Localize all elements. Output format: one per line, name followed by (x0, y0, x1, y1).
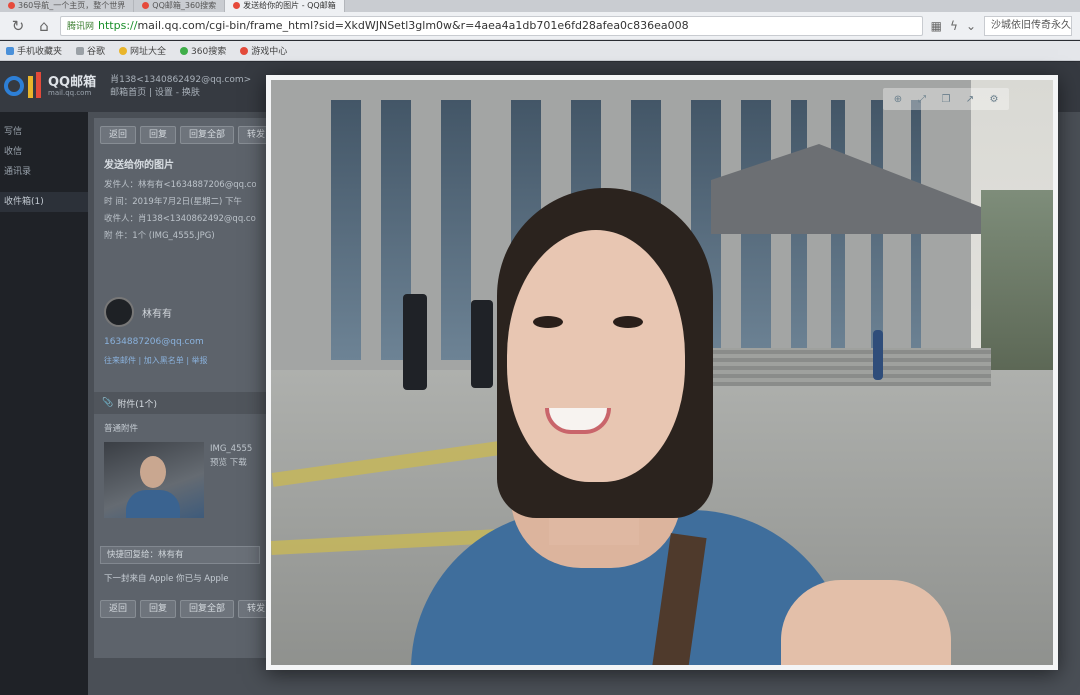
address-bar[interactable]: 腾讯网 https:// mail.qq.com/cgi-bin/frame_h… (60, 15, 923, 36)
paperclip-icon: 📎 (102, 398, 114, 408)
bookmark-label: 游戏中心 (251, 47, 288, 57)
zoom-in-icon[interactable]: ⊕ (888, 91, 908, 107)
refresh-icon[interactable]: ↻ (8, 16, 28, 36)
image-viewer: ⊕ ⤢ ❐ ↗ ⚙ (266, 75, 1058, 670)
globe-icon (119, 46, 128, 55)
tab-favicon-icon (142, 2, 150, 9)
sidebar-item-receive[interactable]: 收信 (0, 142, 88, 162)
bookmark-360-search[interactable]: 360搜索 (180, 44, 226, 57)
mail-toolbar-top: 返回 回复 回复全部 转发 (94, 118, 275, 152)
meta-from: 发件人：林有有<1634887206@qq.com> (104, 180, 256, 190)
tab-qq-mail[interactable]: 发送给你的图片 - QQ邮箱 (225, 0, 345, 12)
account-email: 肖138<1340862492@qq.com> (110, 74, 252, 85)
sidebar-item-contacts[interactable]: 通讯录 (0, 162, 88, 182)
viewer-toolbar: ⊕ ⤢ ❐ ↗ ⚙ (883, 88, 1009, 110)
mail-meta: 发件人：林有有<1634887206@qq.com> 时 间：2019年7月2日… (94, 175, 266, 247)
sender-links[interactable]: 往来邮件 | 加入黑名单 | 举报 (94, 347, 266, 374)
home-icon[interactable]: ⌂ (34, 16, 54, 36)
tab-label: QQ邮箱_360搜索 (152, 1, 217, 10)
back-button[interactable]: 返回 (100, 126, 137, 144)
search-input[interactable]: 沙城依旧传奇永久 (984, 15, 1072, 36)
bookmark-google[interactable]: 谷歌 (76, 44, 105, 57)
meta-time: 时 间：2019年7月2日(星期二) 下午 (104, 197, 242, 207)
account-links[interactable]: 邮箱首页 | 设置 - 换肤 (110, 87, 251, 101)
bookmark-hao[interactable]: 网址大全 (119, 44, 166, 57)
next-mail-link[interactable]: 下一封来自 Apple 你已与 Apple (94, 564, 266, 592)
reply-button-bottom[interactable]: 回复 (140, 600, 177, 618)
logo-title: QQ邮箱 (48, 75, 97, 90)
logo-mark-icon (4, 72, 44, 102)
bookmark-label: 360搜索 (191, 47, 227, 57)
sidebar-item-compose[interactable]: 写信 (0, 122, 88, 142)
attachment-header: 📎 附件(1个) (94, 392, 266, 414)
tab-label: 360导航_一个主页，整个世界 (18, 1, 126, 10)
search-icon (180, 46, 189, 55)
attachment-name: IMG_4555 (210, 444, 253, 454)
bookmark-games[interactable]: 游戏中心 (240, 44, 287, 57)
settings-icon[interactable]: ⚙ (984, 91, 1004, 107)
folder-icon (6, 46, 14, 55)
game-icon (240, 46, 249, 55)
bookmark-mobile[interactable]: 手机收藏夹 (6, 44, 62, 57)
tab-favicon-icon (233, 2, 241, 9)
tab-label: 发送给你的图片 - QQ邮箱 (243, 1, 336, 10)
copy-icon[interactable]: ❐ (936, 91, 956, 107)
chevron-down-icon[interactable]: ⌄ (966, 19, 976, 33)
mail-sidebar: 写信 收信 通讯录 收件箱(1) (0, 112, 88, 695)
tab-favicon-icon (8, 2, 15, 9)
tab-360-search[interactable]: QQ邮箱_360搜索 (134, 0, 226, 12)
mail-toolbar-bottom: 返回 回复 回复全部 转发 (94, 592, 275, 626)
qq-mail-logo[interactable]: QQ邮箱 mail.qq.com (4, 72, 96, 102)
sender-email[interactable]: 1634887206@qq.com (94, 327, 266, 347)
page-icon (76, 46, 85, 55)
url-text: mail.qq.com/cgi-bin/frame_html?sid=XkdWJ… (137, 19, 689, 32)
logo-subtitle: mail.qq.com (48, 89, 92, 98)
account-info: 肖138<1340862492@qq.com> 邮箱首页 | 设置 - 换肤 (110, 74, 251, 101)
reply-all-button[interactable]: 回复全部 (180, 126, 235, 144)
selfie-photo[interactable]: ⊕ ⤢ ❐ ↗ ⚙ (271, 80, 1053, 665)
sender-name[interactable]: 林有有 (142, 305, 172, 320)
attachment-item: IMG_4555 预览 下载 (94, 438, 266, 522)
meta-to: 收件人：肖138<1340862492@qq.com> (104, 214, 256, 224)
reply-button[interactable]: 回复 (140, 126, 177, 144)
reply-all-button-bottom[interactable]: 回复全部 (180, 600, 235, 618)
attachment-actions[interactable]: 预览 下载 (210, 456, 252, 470)
meta-attachment: 附 件：1个 (IMG_4555.JPG) (104, 231, 215, 241)
sender-block: 林有有 (94, 297, 266, 327)
back-button-bottom[interactable]: 返回 (100, 600, 137, 618)
lightning-icon[interactable]: ϟ (950, 19, 958, 33)
quick-reply-input[interactable]: 快捷回复给：林有有 (100, 546, 260, 564)
bookmarks-bar: 手机收藏夹 谷歌 网址大全 360搜索 游戏中心 (0, 41, 1080, 61)
bookmark-label: 手机收藏夹 (17, 47, 63, 57)
mail-subject: 发送给你的图片 (104, 160, 174, 171)
attachment-subheader: 普通附件 (104, 424, 139, 434)
site-tag: 腾讯网 (67, 22, 95, 32)
sidebar-item-inbox[interactable]: 收件箱(1) (0, 192, 88, 212)
bookmark-label: 网址大全 (130, 47, 167, 57)
nav-right-tools: ▦ ϟ ⌄ 沙城依旧传奇永久 (931, 15, 1072, 36)
bookmark-label: 谷歌 (87, 47, 106, 57)
attachment-thumbnail[interactable] (104, 442, 204, 518)
browser-nav-bar: ↻ ⌂ 腾讯网 https:// mail.qq.com/cgi-bin/fra… (0, 12, 1080, 40)
attachment-header-label: 附件(1个) (117, 399, 157, 410)
avatar[interactable] (104, 297, 134, 327)
grid-icon[interactable]: ▦ (931, 19, 942, 33)
fullscreen-icon[interactable]: ⤢ (912, 91, 932, 107)
open-external-icon[interactable]: ↗ (960, 91, 980, 107)
browser-tab-strip: 360导航_一个主页，整个世界 QQ邮箱_360搜索 发送给你的图片 - QQ邮… (0, 0, 1080, 12)
tab-360-nav[interactable]: 360导航_一个主页，整个世界 (0, 0, 135, 12)
mail-card: 返回 回复 回复全部 转发 发送给你的图片 发件人：林有有<1634887206… (94, 118, 275, 658)
url-scheme: https:// (98, 19, 138, 32)
